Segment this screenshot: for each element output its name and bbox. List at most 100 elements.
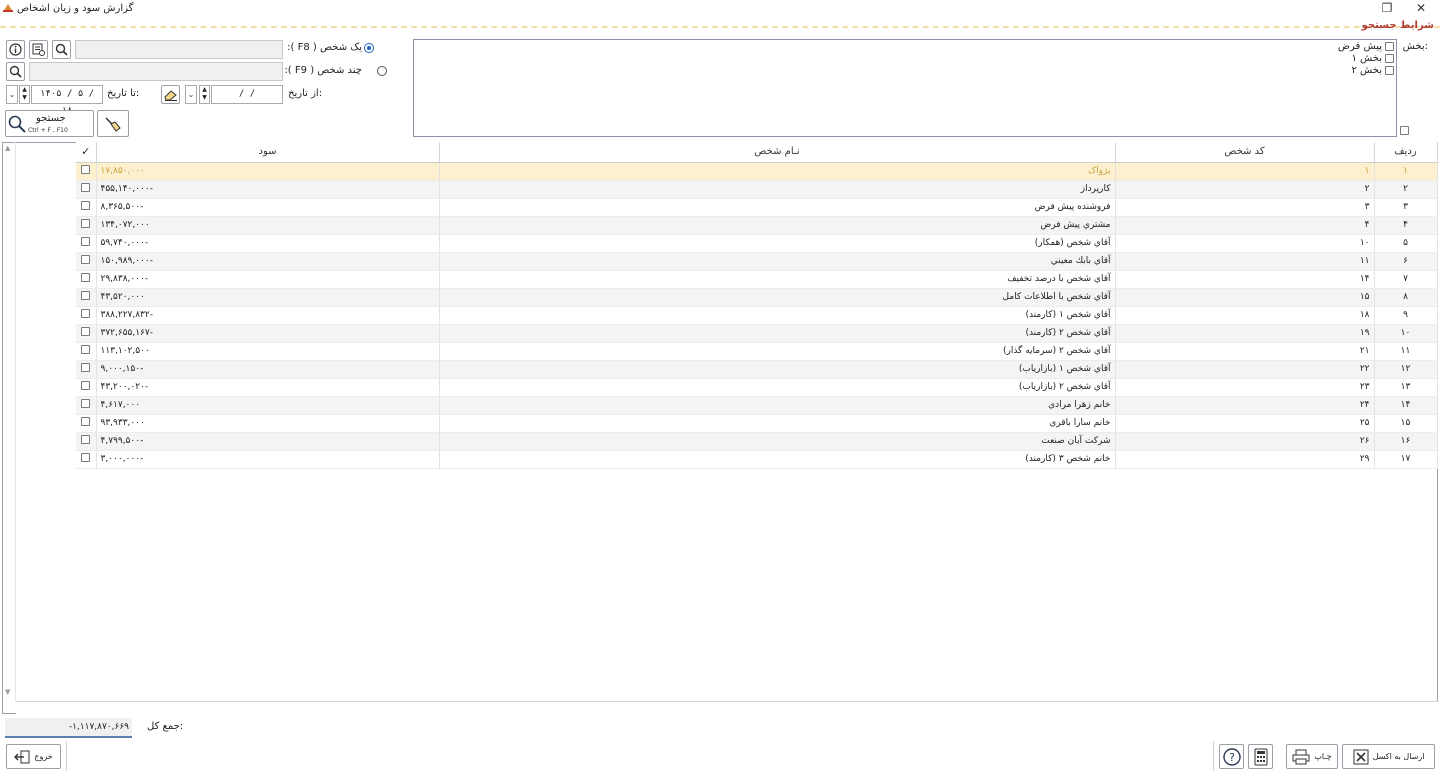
section-checkbox[interactable] — [1385, 65, 1394, 75]
clear-filters-button[interactable] — [97, 110, 129, 137]
row-checkbox[interactable] — [81, 201, 91, 210]
excel-export-button[interactable]: ارسال به اکسل — [1342, 744, 1435, 769]
restore-button[interactable]: ❐ — [1376, 0, 1398, 16]
row-checkbox-cell[interactable] — [76, 378, 97, 397]
table-row[interactable]: ۱۱ ۲۱ آقاي شخص ۲ (سرمايه گذار) ۱۱۳,۱۰۲,۵۰۰ — [76, 342, 1438, 361]
table-row[interactable]: ۱۰ ۱۹ آقاي شخص ۲ (کارمند) -۳۷۲,۶۵۵,۱۶۷ — [76, 324, 1438, 343]
table-row[interactable]: ۱۴ ۲۴ خانم زهرا مرادي ۴,۶۱۷,۰۰۰ — [76, 396, 1438, 415]
row-checkbox-cell[interactable] — [76, 414, 97, 433]
table-row[interactable]: ۶ ۱۱ آقاي بابك معيني -۱۵۰,۹۸۹,۰۰۰ — [76, 252, 1438, 271]
person-search-button[interactable] — [52, 40, 71, 59]
row-checkbox-cell[interactable] — [76, 162, 97, 181]
table-row[interactable]: ۱۲ ۲۲ آقاي شخص ۱ (بازارياب) -۹,۰۰۰,۱۵۰ — [76, 360, 1438, 379]
row-checkbox[interactable] — [81, 237, 91, 246]
table-row[interactable]: ۳ ۳ فروشنده پيش فرض -۸,۳۶۵,۵۰۰ — [76, 198, 1438, 217]
table-row[interactable]: ۱۷ ۲۹ خانم شخص ۳ (کارمند) -۳,۰۰۰,۰۰۰ — [76, 450, 1438, 469]
row-checkbox[interactable] — [81, 183, 91, 192]
table-row[interactable]: ۷ ۱۴ آقاي شخص با درصد تخفيف -۲۹,۸۳۸,۰۰۰ — [76, 270, 1438, 289]
row-checkbox[interactable] — [81, 381, 91, 390]
row-checkbox-cell[interactable] — [76, 288, 97, 307]
clear-dates-button[interactable] — [161, 85, 180, 104]
to-date-input[interactable]: ۱۴۰۵ / ۵ / ۱۸ — [31, 85, 103, 116]
horizontal-scrollbar[interactable] — [16, 701, 1438, 714]
sections-list[interactable] — [413, 39, 1397, 137]
person-name-cell: خانم سارا باقري — [439, 414, 1116, 433]
scroll-up-icon[interactable]: ▲ — [5, 144, 10, 152]
row-checkbox[interactable] — [81, 291, 91, 300]
row-checkbox-cell[interactable] — [76, 198, 97, 217]
row-checkbox-cell[interactable] — [76, 432, 97, 451]
search-icon — [9, 65, 22, 78]
person-name-cell: کارپرداز — [439, 180, 1116, 199]
from-date-input[interactable]: / / — [211, 85, 283, 104]
row-checkbox-cell[interactable] — [76, 342, 97, 361]
header-person-name[interactable]: نـام شخص — [439, 142, 1116, 163]
vertical-scrollbar[interactable]: ▲ ▼ — [2, 142, 16, 702]
table-row[interactable]: ۸ ۱۵ آقاي شخص با اطلاعات کامل ۴۳,۵۲۰,۰۰۰ — [76, 288, 1438, 307]
table-row[interactable]: ۱ ۱ پژواک ۱۷,۸۵۰,۰۰۰ — [76, 162, 1438, 181]
from-date-dropdown[interactable]: ⌄ — [185, 85, 197, 104]
table-row[interactable]: ۵ ۱۰ آقاي شخص (همکار) -۵۹,۷۴۰,۰۰۰ — [76, 234, 1438, 253]
row-checkbox-cell[interactable] — [76, 450, 97, 469]
exit-button[interactable]: خروج — [6, 744, 61, 769]
multi-person-input[interactable] — [29, 62, 283, 81]
header-check[interactable]: ✓ — [76, 142, 97, 163]
table-row[interactable]: ۴ ۴ مشتري پيش فرض ۱۳۴,۰۷۲,۰۰۰ — [76, 216, 1438, 235]
from-date-spinner[interactable]: ▲ ▼ — [199, 85, 210, 104]
help-button[interactable]: ? — [1219, 744, 1244, 769]
table-row[interactable]: ۱۶ ۲۶ شرکت آبان صنعت -۴,۷۹۹,۵۰۰ — [76, 432, 1438, 451]
person-list-button[interactable] — [29, 40, 48, 59]
section-item-2[interactable]: بخش ۲ — [1351, 64, 1394, 76]
row-checkbox[interactable] — [81, 417, 91, 426]
row-checkbox[interactable] — [81, 255, 91, 264]
row-checkbox[interactable] — [81, 327, 91, 336]
header-profit[interactable]: سود — [96, 142, 440, 163]
row-checkbox[interactable] — [81, 273, 91, 282]
row-checkbox-cell[interactable] — [76, 234, 97, 253]
row-checkbox[interactable] — [81, 435, 91, 444]
section-checkbox[interactable] — [1385, 53, 1394, 63]
row-checkbox-cell[interactable] — [76, 180, 97, 199]
row-checkbox-cell[interactable] — [76, 396, 97, 415]
row-checkbox[interactable] — [81, 363, 91, 372]
to-date-dropdown[interactable]: ⌄ — [6, 85, 18, 104]
table-row[interactable]: ۱۵ ۲۵ خانم سارا باقري ۹۳,۹۳۳,۰۰۰ — [76, 414, 1438, 433]
row-checkbox-cell[interactable] — [76, 306, 97, 325]
to-date-spinner[interactable]: ▲ ▼ — [19, 85, 30, 104]
person-info-button[interactable] — [6, 40, 25, 59]
section-item-default[interactable]: پیش فرض — [1338, 40, 1394, 52]
table-row[interactable]: ۹ ۱۸ آقاي شخص ۱ (کارمند) -۳۸۸,۲۲۷,۸۳۲ — [76, 306, 1438, 325]
person-code-cell: ۱۴ — [1115, 270, 1375, 289]
row-checkbox[interactable] — [81, 399, 91, 408]
row-checkbox[interactable] — [81, 345, 91, 354]
row-number-cell: ۱۷ — [1374, 450, 1438, 469]
header-person-code[interactable]: کد شخص — [1115, 142, 1375, 163]
table-row[interactable]: ۲ ۲ کارپرداز -۴۵۵,۱۴۰,۰۰۰ — [76, 180, 1438, 199]
calculator-button[interactable] — [1248, 744, 1273, 769]
scroll-down-icon[interactable]: ▼ — [5, 688, 10, 696]
row-checkbox-cell[interactable] — [76, 324, 97, 343]
row-checkbox[interactable] — [81, 453, 91, 462]
row-checkbox[interactable] — [81, 165, 91, 174]
one-person-radio[interactable] — [364, 43, 374, 53]
table-row[interactable]: ۱۳ ۲۳ آقاي شخص ۲ (بازارياب) -۴۳,۲۰۰,۰۲۰ — [76, 378, 1438, 397]
close-button[interactable]: ✕ — [1410, 0, 1432, 16]
row-number-cell: ۱۰ — [1374, 324, 1438, 343]
person-input[interactable] — [75, 40, 283, 59]
row-checkbox[interactable] — [81, 219, 91, 228]
row-checkbox-cell[interactable] — [76, 216, 97, 235]
section-item-1[interactable]: بخش ۱ — [1351, 52, 1394, 64]
row-checkbox-cell[interactable] — [76, 270, 97, 289]
row-checkbox[interactable] — [81, 309, 91, 318]
multi-person-radio[interactable] — [377, 66, 388, 76]
print-button[interactable]: چـاپ — [1286, 744, 1338, 769]
profit-cell: -۴۵۵,۱۴۰,۰۰۰ — [96, 180, 440, 199]
select-all-sections-checkbox[interactable] — [1400, 126, 1409, 135]
row-number-cell: ۶ — [1374, 252, 1438, 271]
search-button[interactable]: جستجو Ctrl + F , F10 — [5, 110, 94, 137]
row-checkbox-cell[interactable] — [76, 360, 97, 379]
header-row-number[interactable]: رديف — [1374, 142, 1438, 163]
section-checkbox[interactable] — [1385, 41, 1394, 51]
row-checkbox-cell[interactable] — [76, 252, 97, 271]
multi-person-search-button[interactable] — [6, 62, 25, 81]
